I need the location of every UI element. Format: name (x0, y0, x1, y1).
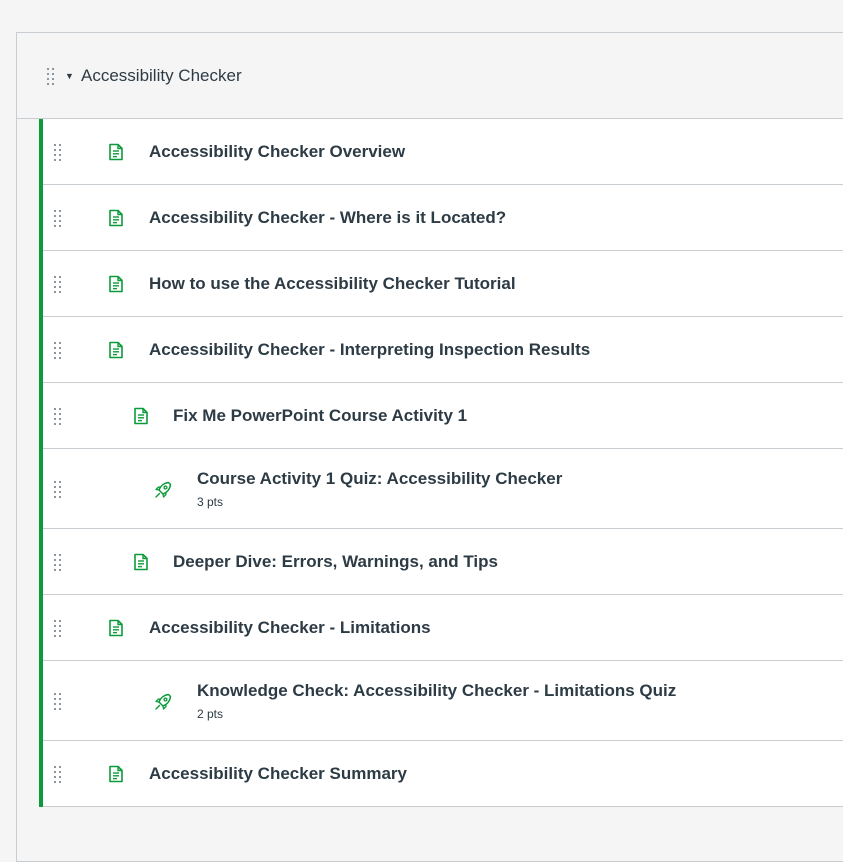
drag-handle-icon[interactable] (46, 67, 56, 85)
drag-handle-icon[interactable] (53, 407, 63, 425)
drag-handle-icon[interactable] (53, 553, 63, 571)
module-item-title-link[interactable]: Accessibility Checker - Interpreting Ins… (149, 340, 590, 360)
drag-handle-icon[interactable] (53, 275, 63, 293)
module-item-row[interactable]: Course Activity 1 Quiz: Accessibility Ch… (43, 449, 843, 529)
module-title: Accessibility Checker (81, 65, 242, 85)
page-icon (107, 619, 125, 637)
course-modules-page: ▼ Accessibility Checker Accessibility Ch… (0, 0, 843, 862)
quiz-rocket-icon (153, 692, 172, 710)
drag-handle-icon[interactable] (53, 619, 63, 637)
module-item-text: Accessibility Checker - Where is it Loca… (149, 208, 506, 228)
drag-handle-icon[interactable] (53, 480, 63, 498)
module-item-row[interactable]: Accessibility Checker - Limitations (43, 595, 843, 661)
module-item-text: Deeper Dive: Errors, Warnings, and Tips (173, 552, 498, 572)
module-item-title-link[interactable]: Accessibility Checker Overview (149, 142, 405, 162)
module-item-row[interactable]: How to use the Accessibility Checker Tut… (43, 251, 843, 317)
drag-handle-icon[interactable] (53, 341, 63, 359)
module-item-row[interactable]: Knowledge Check: Accessibility Checker -… (43, 661, 843, 741)
module-header[interactable]: ▼ Accessibility Checker (17, 33, 843, 119)
module-item-text: Accessibility Checker - Limitations (149, 618, 431, 638)
module-items-list: Accessibility Checker Overview Accessibil… (39, 119, 843, 807)
module-item-text: How to use the Accessibility Checker Tut… (149, 274, 516, 294)
module-item-row[interactable]: Accessibility Checker - Where is it Loca… (43, 185, 843, 251)
quiz-rocket-icon (153, 480, 172, 498)
module-item-row[interactable]: Accessibility Checker Summary (43, 741, 843, 807)
points-label: 3 pts (197, 494, 224, 509)
page-icon (107, 275, 125, 293)
drag-handle-icon[interactable] (53, 765, 63, 783)
drag-handle-icon[interactable] (53, 209, 63, 227)
module-item-title-link[interactable]: Fix Me PowerPoint Course Activity 1 (173, 406, 467, 426)
module-item-row[interactable]: Accessibility Checker Overview (43, 119, 843, 185)
module-item-text: Fix Me PowerPoint Course Activity 1 (173, 406, 467, 426)
page-icon (107, 341, 125, 359)
page-icon (107, 209, 125, 227)
module-item-row[interactable]: Fix Me PowerPoint Course Activity 1 (43, 383, 843, 449)
module-item-title-link[interactable]: Accessibility Checker Summary (149, 764, 407, 784)
page-icon (107, 143, 125, 161)
module-item-title-link[interactable]: Deeper Dive: Errors, Warnings, and Tips (173, 552, 498, 572)
module-item-row[interactable]: Accessibility Checker - Interpreting Ins… (43, 317, 843, 383)
module-item-title-link[interactable]: Accessibility Checker - Where is it Loca… (149, 208, 506, 228)
module-item-text: Accessibility Checker Overview (149, 142, 405, 162)
module-item-title-link[interactable]: Course Activity 1 Quiz: Accessibility Ch… (197, 469, 562, 489)
module-item-row[interactable]: Deeper Dive: Errors, Warnings, and Tips (43, 529, 843, 595)
collapse-caret-icon[interactable]: ▼ (65, 71, 75, 81)
module-item-text: Course Activity 1 Quiz: Accessibility Ch… (197, 469, 562, 509)
drag-handle-icon[interactable] (53, 143, 63, 161)
module-item-text: Accessibility Checker - Interpreting Ins… (149, 340, 590, 360)
module-item-title-link[interactable]: How to use the Accessibility Checker Tut… (149, 274, 516, 294)
drag-handle-icon[interactable] (53, 692, 63, 710)
page-icon (132, 553, 150, 571)
module-container: ▼ Accessibility Checker Accessibility Ch… (16, 32, 843, 862)
module-item-text: Knowledge Check: Accessibility Checker -… (197, 681, 676, 721)
points-label: 2 pts (197, 706, 224, 721)
module-item-text: Accessibility Checker Summary (149, 764, 407, 784)
module-item-title-link[interactable]: Knowledge Check: Accessibility Checker -… (197, 681, 676, 701)
page-icon (107, 765, 125, 783)
module-item-title-link[interactable]: Accessibility Checker - Limitations (149, 618, 431, 638)
page-icon (132, 407, 150, 425)
